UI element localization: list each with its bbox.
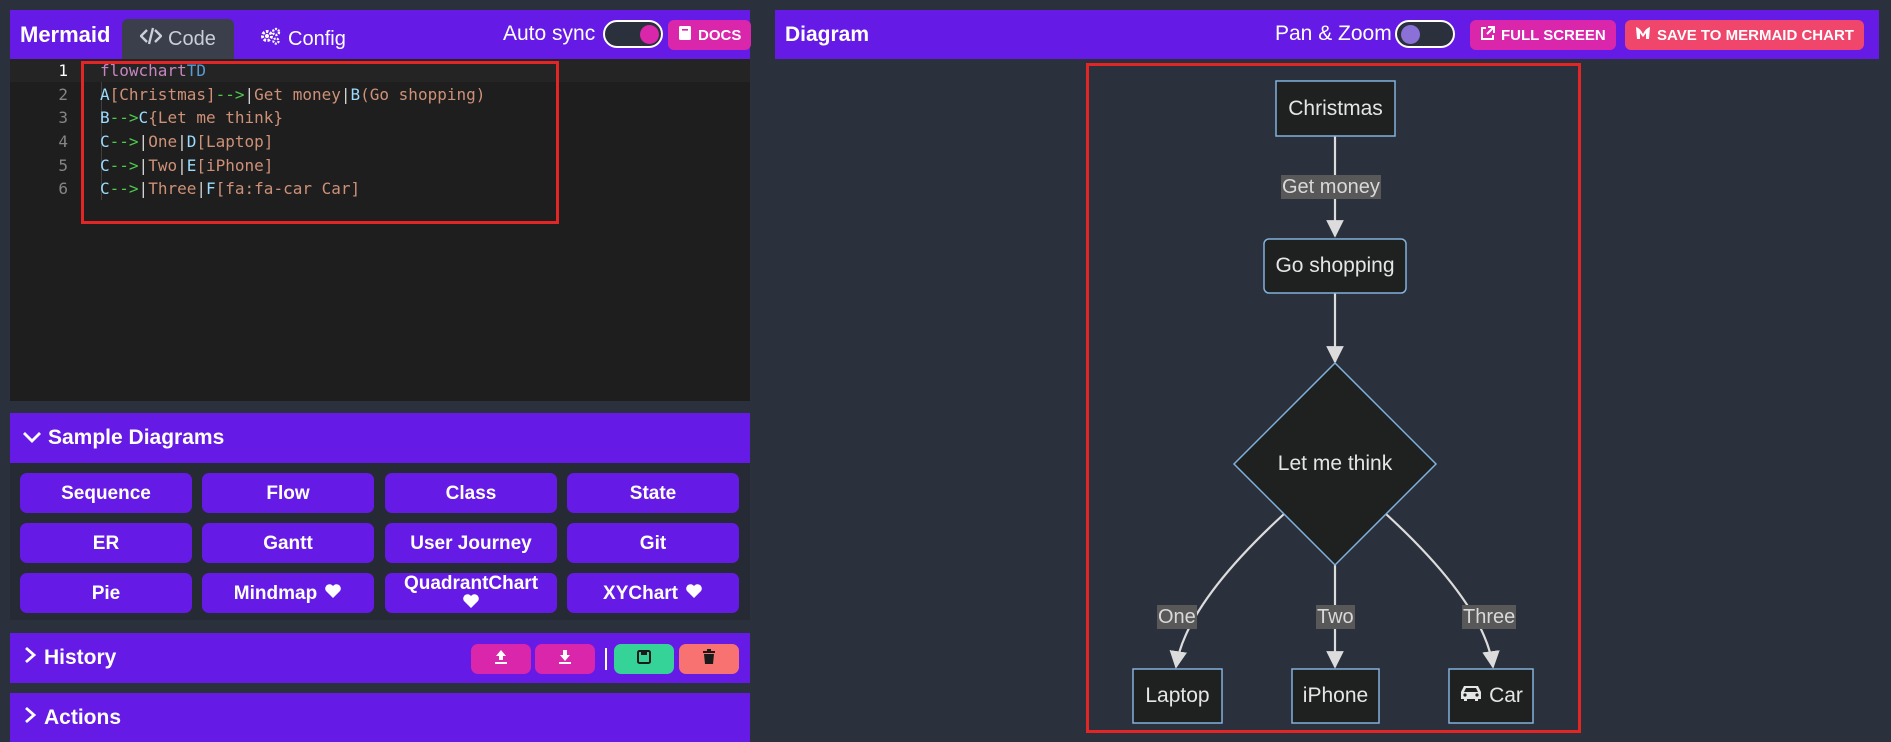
tab-code-label: Code	[168, 27, 216, 50]
sample-state-button[interactable]: State	[567, 473, 739, 513]
toolbar-divider	[605, 648, 607, 670]
sample-er-button[interactable]: ER	[20, 523, 192, 563]
save-history-button[interactable]	[614, 644, 674, 674]
app-brand: Mermaid	[20, 22, 111, 47]
diagram-title: Diagram	[785, 23, 870, 46]
sample-label: Sequence	[61, 482, 151, 504]
docs-button[interactable]: DOCS	[668, 20, 752, 50]
sample-label: State	[629, 482, 677, 504]
save-to-mermaid-chart-button[interactable]: SAVE TO MERMAID CHART	[1625, 20, 1864, 50]
line-number: 1	[58, 61, 68, 81]
upload-button[interactable]	[471, 644, 531, 674]
sample-git-button[interactable]: Git	[567, 523, 739, 563]
floppy-disk-icon	[637, 649, 651, 669]
tab-config[interactable]: Config	[242, 19, 364, 59]
diagram-highlight-box	[1086, 63, 1581, 733]
sample-label: Pie	[91, 582, 121, 604]
sample-sequence-button[interactable]: Sequence	[20, 473, 192, 513]
sample-label: Mindmap	[233, 582, 318, 604]
sample-user-journey-button[interactable]: User Journey	[385, 523, 557, 563]
sample-label: User Journey	[410, 532, 532, 554]
sample-quadrantchart-button[interactable]: QuadrantChart	[385, 573, 557, 613]
line-number: 2	[58, 84, 68, 104]
actions-header[interactable]: Actions	[10, 693, 750, 742]
diagram-header: Diagram Pan & Zoom FULL SCREEN SAVE TO M…	[775, 10, 1879, 59]
sample-label: Class	[445, 482, 497, 504]
editor-header: Mermaid Code Config Auto sync DOCS	[10, 10, 752, 59]
code-icon	[139, 27, 163, 51]
chevron-down-icon	[22, 426, 42, 450]
save-to-mermaid-chart-label: SAVE TO MERMAID CHART	[1657, 26, 1854, 44]
sample-flow-button[interactable]: Flow	[202, 473, 374, 513]
pan-zoom-toggle[interactable]	[1395, 20, 1455, 48]
chevron-right-icon	[22, 646, 38, 670]
sample-pie-button[interactable]: Pie	[20, 573, 192, 613]
sample-label: ER	[92, 532, 120, 554]
sample-label: QuadrantChart	[403, 572, 539, 594]
sample-mindmap-button[interactable]: Mindmap	[202, 573, 374, 613]
pan-zoom-label: Pan & Zoom	[1275, 22, 1392, 45]
docs-label: DOCS	[698, 26, 742, 44]
heart-icon	[462, 593, 480, 613]
mermaid-chart-logo-icon	[1635, 26, 1651, 44]
download-icon	[557, 649, 573, 670]
sample-diagrams-header[interactable]: Sample Diagrams	[10, 413, 750, 463]
heart-icon	[324, 583, 342, 603]
external-link-icon	[1480, 25, 1495, 45]
chevron-right-icon	[22, 706, 38, 730]
line-number: 3	[58, 108, 68, 128]
actions-title: Actions	[44, 705, 122, 729]
auto-sync-label: Auto sync	[503, 22, 596, 45]
tab-config-label: Config	[288, 27, 346, 50]
upload-icon	[493, 649, 509, 670]
sample-diagrams-title: Sample Diagrams	[48, 426, 225, 449]
download-button[interactable]	[535, 644, 595, 674]
gears-icon	[260, 27, 282, 51]
sample-label: Gantt	[263, 532, 313, 554]
sample-gantt-button[interactable]: Gantt	[202, 523, 374, 563]
book-icon	[678, 25, 692, 45]
auto-sync-toggle[interactable]	[603, 20, 663, 48]
full-screen-button[interactable]: FULL SCREEN	[1470, 20, 1616, 50]
sample-label: XYChart	[603, 582, 678, 604]
line-number: 4	[58, 132, 68, 152]
history-title: History	[44, 646, 117, 669]
sample-xychart-button[interactable]: XYChart	[567, 573, 739, 613]
trash-icon	[702, 648, 716, 670]
sample-label: Flow	[266, 482, 310, 504]
tab-code[interactable]: Code	[122, 19, 234, 59]
clear-history-button[interactable]	[679, 644, 739, 674]
sample-label: Git	[639, 532, 667, 554]
full-screen-label: FULL SCREEN	[1501, 26, 1606, 44]
sample-class-button[interactable]: Class	[385, 473, 557, 513]
line-number: 6	[58, 179, 68, 199]
heart-icon	[685, 583, 703, 603]
line-number: 5	[58, 155, 68, 175]
code-highlight-box	[81, 61, 559, 224]
